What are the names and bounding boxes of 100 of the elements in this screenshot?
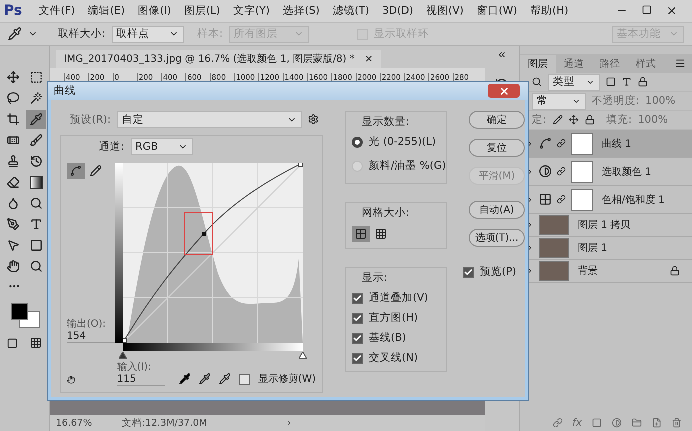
zoom-level: 16.67%	[56, 418, 92, 428]
curve-tool[interactable]	[67, 163, 85, 179]
layer-name: 曲线 1	[602, 138, 632, 150]
layer-name: 色相/饱和度 1	[602, 194, 665, 206]
wand-icon	[30, 92, 42, 105]
grid-icon	[355, 228, 367, 240]
link-icon[interactable]	[557, 139, 566, 148]
show-clipping-label: 显示修剪(W)	[258, 372, 316, 386]
eyedropper-icon[interactable]	[219, 373, 232, 385]
collapse-icon[interactable]	[497, 50, 507, 60]
dialog-button[interactable]: 选项(T)...	[469, 229, 525, 247]
screen-mode-icon[interactable]	[30, 337, 42, 349]
preset-dropdown[interactable]: 自定	[117, 111, 302, 128]
blur-icon	[6, 197, 20, 210]
curves-icon	[539, 137, 552, 150]
mask-icon[interactable]	[592, 418, 602, 428]
close-button[interactable]	[488, 84, 520, 98]
dialog-button[interactable]: 自动(A)	[469, 201, 525, 219]
checkbox[interactable]	[352, 332, 363, 344]
panel-tab[interactable]: 通道	[556, 55, 592, 73]
checkbox[interactable]	[239, 374, 250, 384]
layer-name: 背景	[578, 264, 598, 278]
pencil-icon	[90, 165, 102, 177]
photo-placeholder	[539, 215, 569, 235]
panel-tab[interactable]: 样式	[628, 55, 664, 73]
folder-icon[interactable]	[632, 418, 642, 428]
preset-label: 预设(R):	[70, 112, 112, 126]
menu-item[interactable]: 滤镜(T)	[328, 4, 374, 18]
menu-item[interactable]: 编辑(E)	[83, 4, 130, 18]
highlight-slider-thumb[interactable]	[299, 352, 307, 359]
lock-icon[interactable]	[584, 115, 595, 125]
channel-dropdown[interactable]: RGB	[130, 138, 193, 155]
menu-item[interactable]: 帮助(H)	[526, 4, 574, 18]
coarse-grid-button[interactable]	[352, 226, 370, 242]
menu-item[interactable]: 窗口(W)	[472, 4, 522, 18]
panel-tab[interactable]: 路径	[592, 55, 628, 73]
adjustment-icon[interactable]	[612, 418, 622, 428]
eyedropper-tool[interactable]	[26, 110, 46, 129]
layer-name: 图层 1 拷贝	[578, 219, 631, 232]
menu-item[interactable]: 文件(F)	[34, 4, 80, 18]
opacity-label: 不透明度:	[592, 94, 640, 108]
shadow-slider-thumb[interactable]	[119, 352, 127, 359]
layer-mask	[571, 188, 593, 210]
layer-mask	[571, 160, 593, 182]
gradient-icon	[30, 176, 42, 189]
group-title: 显示:	[361, 271, 389, 285]
zoom-icon	[30, 260, 42, 273]
radio-button[interactable]	[352, 136, 363, 148]
dialog-title: 曲线	[54, 84, 76, 98]
input-field[interactable]: 115	[117, 374, 166, 386]
panel-tab[interactable]: 图层	[520, 55, 556, 73]
blend-mode-dropdown[interactable]: 常	[532, 92, 586, 110]
eyedropper-icon[interactable]	[199, 373, 212, 385]
filter-dropdown[interactable]: 类型	[548, 74, 600, 90]
checkbox[interactable]	[463, 266, 474, 278]
hand-icon	[6, 260, 20, 273]
shape-icon	[30, 239, 42, 252]
menu-item[interactable]: 选择(S)	[278, 4, 325, 18]
menu-item[interactable]: 图层(L)	[179, 4, 226, 18]
radio-button[interactable]	[352, 160, 363, 172]
quick-mask-icon[interactable]	[7, 338, 18, 348]
fill-label: 填充:	[606, 113, 632, 127]
lock-icon[interactable]	[638, 77, 648, 87]
link-icon[interactable]	[557, 167, 566, 176]
trash-icon[interactable]	[672, 418, 682, 428]
settings-icon[interactable]	[308, 114, 320, 125]
history-icon	[30, 155, 42, 168]
close-icon[interactable]	[666, 5, 678, 17]
tab-close[interactable]: ×	[364, 54, 374, 64]
menu-item[interactable]: 图像(I)	[133, 4, 176, 18]
lasso-icon	[6, 92, 20, 105]
hand-icon[interactable]	[67, 373, 76, 387]
menu-item[interactable]: 视图(V)	[422, 4, 469, 18]
eyedropper-icon[interactable]	[8, 27, 22, 41]
link-icon[interactable]	[557, 195, 566, 204]
sample-size-dropdown[interactable]: 取样点	[112, 26, 184, 42]
checkbox[interactable]	[352, 292, 363, 304]
dialog-button[interactable]: 确定	[469, 111, 525, 129]
status-arrow[interactable]: ›	[287, 418, 292, 428]
menu-icon[interactable]	[675, 58, 686, 69]
filter-icon[interactable]	[606, 77, 616, 87]
checkbox[interactable]	[352, 352, 363, 364]
menu-item[interactable]: 3D(D)	[377, 5, 419, 17]
checkbox[interactable]	[352, 312, 363, 324]
eyedropper-icon	[30, 113, 42, 126]
new-layer-icon[interactable]	[652, 418, 662, 428]
close-icon	[498, 86, 510, 96]
menu-item[interactable]: 文字(Y)	[228, 4, 276, 18]
fine-grid-icon	[375, 228, 387, 240]
eyedropper-icon[interactable]	[179, 373, 192, 385]
preview-label: 预览(P)	[480, 265, 517, 279]
dialog-button[interactable]: 复位	[469, 139, 525, 157]
foreground-color-swatch[interactable]	[10, 303, 28, 320]
checkbox-label: 通道叠加(V)	[369, 291, 428, 305]
type-icon[interactable]	[622, 77, 632, 87]
photo-placeholder	[539, 261, 569, 281]
move-icon[interactable]	[568, 115, 579, 125]
channel-label: 通道:	[99, 140, 125, 154]
maximize-icon[interactable]	[642, 5, 652, 17]
document-tab[interactable]: IMG_20170403_133.jpg @ 16.7% (选取颜色 1, 图层蒙版/8) * ×	[56, 50, 382, 68]
